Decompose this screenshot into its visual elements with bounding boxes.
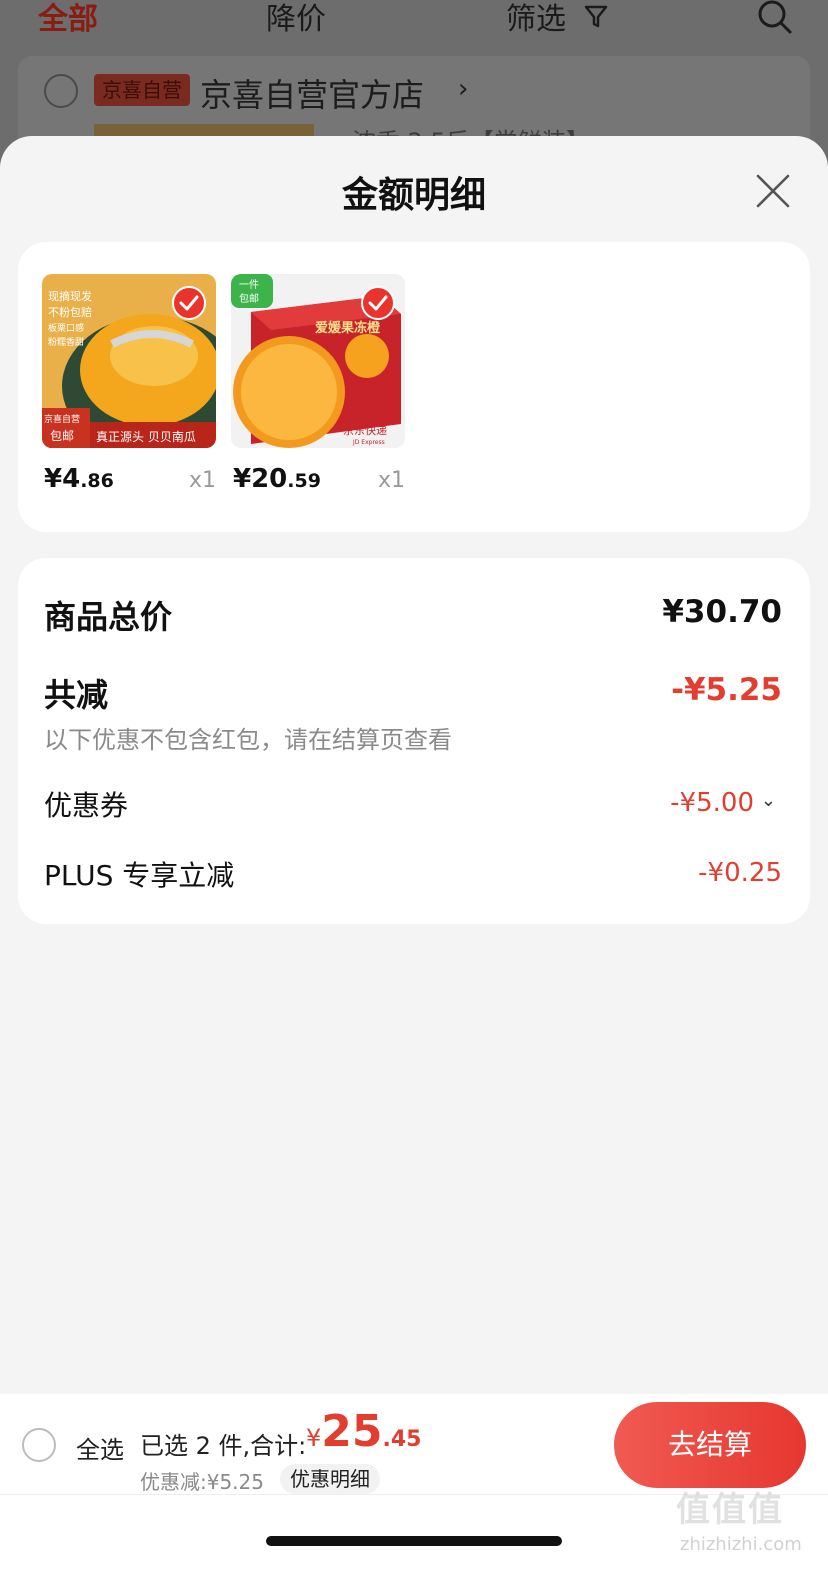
svg-text:真正源头 贝贝南瓜: 真正源头 贝贝南瓜 (96, 429, 196, 444)
product-quantity: x1 (188, 468, 216, 493)
checkout-bar: 全选 已选 2 件,合计: ¥25.45 优惠减:¥5.25 优惠明细 去结算 … (0, 1394, 828, 1572)
total-discount-value: -¥5.25 (671, 672, 782, 708)
select-all-radio[interactable] (22, 1428, 56, 1462)
chevron-down-icon[interactable]: ⌄ (761, 790, 776, 811)
svg-text:一件: 一件 (239, 279, 259, 291)
product-price: ¥4.86 (44, 464, 114, 494)
selected-count-text: 已选 2 件,合计: (140, 1432, 307, 1460)
svg-text:粉糯香甜: 粉糯香甜 (48, 336, 84, 348)
chevron-right-icon: › (458, 74, 469, 104)
filter-icon (584, 5, 608, 28)
plus-discount-label: PLUS 专享立减 (44, 859, 235, 892)
svg-text:不粉包赔: 不粉包赔 (48, 305, 92, 319)
tab-price-drop: 降价 (266, 2, 326, 37)
watermark: 值值值 (676, 1490, 784, 1530)
orange-box-image: 一件 包邮 爱媛果冻橙 京东快递 JD Express (231, 274, 405, 448)
store-badge: 京喜自营 (94, 74, 190, 106)
checked-icon (172, 286, 206, 320)
background-tabs: 全部 降价 筛选 (0, 0, 828, 48)
tab-all: 全部 (38, 2, 98, 37)
checked-icon (361, 286, 395, 320)
product-item[interactable]: 一件 包邮 爱媛果冻橙 京东快递 JD Express ¥20.59 x1 (231, 274, 407, 494)
checkout-button[interactable]: 去结算 (614, 1402, 806, 1488)
total-discount-label: 共减 (44, 676, 109, 714)
discount-summary: 优惠减:¥5.25 (140, 1470, 264, 1494)
tab-filter: 筛选 (506, 2, 566, 37)
total-price-label: 商品总价 (44, 598, 173, 636)
svg-text:爱媛果冻橙: 爱媛果冻橙 (315, 320, 381, 336)
amount-detail-sheet: 金额明细 现摘现发 不粉包赔 板栗口感 粉糯香甜 京喜自营 包邮 真正源头 贝贝… (0, 136, 828, 1572)
svg-text:京东快递: 京东快递 (343, 423, 387, 437)
home-indicator[interactable] (266, 1536, 562, 1546)
discount-note: 以下优惠不包含红包，请在结算页查看 (44, 726, 452, 754)
coupon-label: 优惠券 (44, 789, 129, 822)
select-all-label[interactable]: 全选 (76, 1430, 124, 1465)
svg-text:包邮: 包邮 (50, 429, 74, 443)
svg-text:板栗口感: 板栗口感 (48, 322, 84, 334)
store-name: 京喜自营官方店 (200, 76, 425, 114)
search-icon (758, 0, 792, 34)
price-summary-card: 商品总价 ¥30.70 共减 -¥5.25 以下优惠不包含红包，请在结算页查看 … (18, 558, 810, 924)
discount-detail-link[interactable]: 优惠明细 (280, 1464, 380, 1494)
sheet-title: 金额明细 (341, 175, 486, 216)
svg-text:京喜自营: 京喜自营 (44, 413, 80, 425)
pumpkin-image: 现摘现发 不粉包赔 板栗口感 粉糯香甜 京喜自营 包邮 真正源头 贝贝南瓜 (42, 274, 216, 448)
product-quantity: x1 (377, 468, 405, 493)
svg-text:现摘现发: 现摘现发 (48, 289, 92, 303)
close-icon[interactable] (754, 172, 792, 210)
total-amount: ¥25.45 (306, 1406, 422, 1457)
total-price-value: ¥30.70 (662, 594, 782, 630)
products-card: 现摘现发 不粉包赔 板栗口感 粉糯香甜 京喜自营 包邮 真正源头 贝贝南瓜 ¥4… (18, 242, 810, 532)
product-item[interactable]: 现摘现发 不粉包赔 板栗口感 粉糯香甜 京喜自营 包邮 真正源头 贝贝南瓜 ¥4… (42, 274, 218, 494)
svg-text:JD Express: JD Express (352, 439, 385, 446)
store-select-radio (44, 74, 78, 108)
product-price: ¥20.59 (233, 464, 321, 494)
svg-text:包邮: 包邮 (239, 292, 259, 305)
plus-discount-value: -¥0.25 (698, 858, 782, 888)
watermark-url: zhizhizhi.com (680, 1534, 802, 1555)
